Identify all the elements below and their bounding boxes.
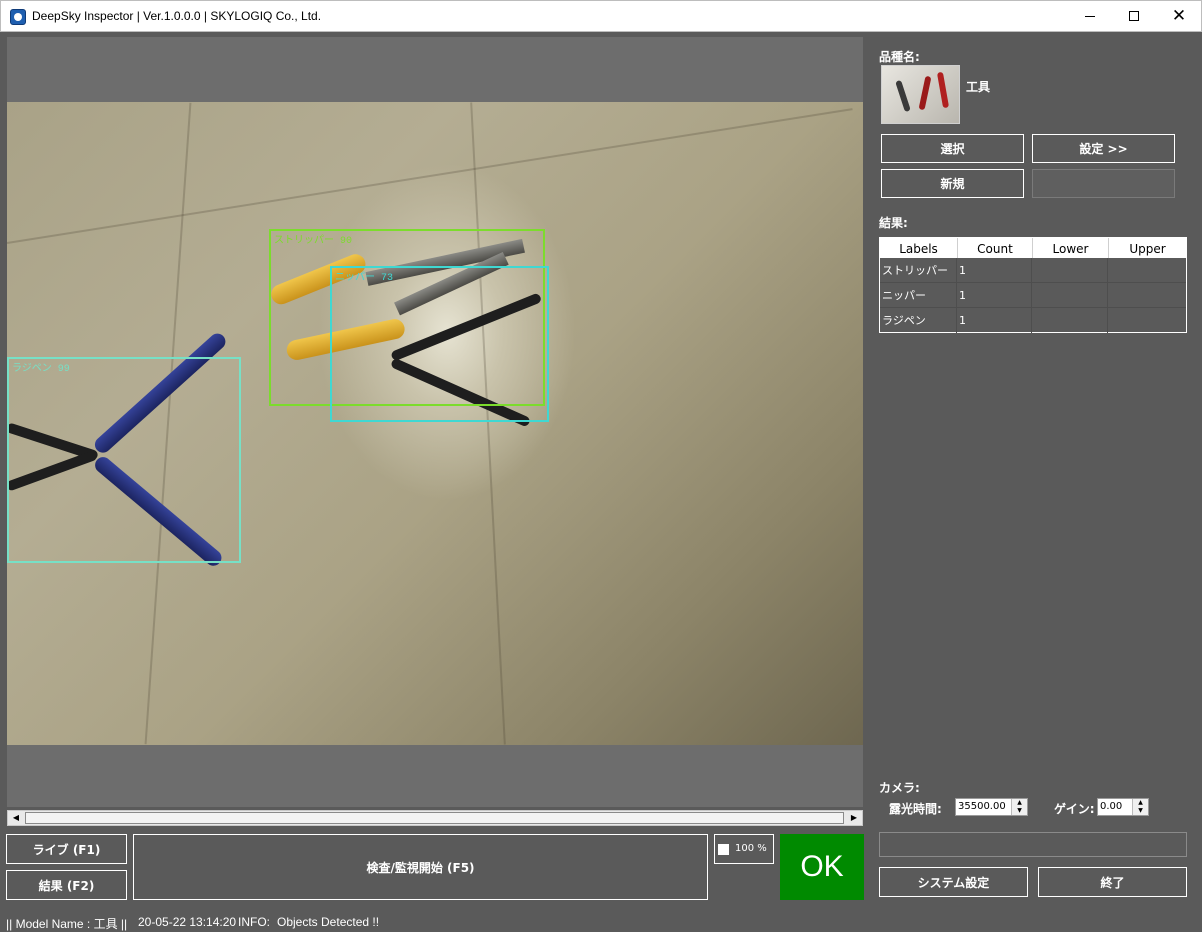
cell-label: ストリッパー <box>880 258 957 283</box>
column-header-count[interactable]: Count <box>957 238 1032 258</box>
model-section-label: 品種名: <box>879 50 920 64</box>
camera-section-label: カメラ: <box>879 781 920 795</box>
disabled-button <box>1032 169 1175 198</box>
gain-stepper[interactable]: ▲ ▼ <box>1132 799 1148 815</box>
floor-seam <box>470 102 506 745</box>
cell-label: ニッパー <box>880 283 957 308</box>
cell-count: 1 <box>957 308 1032 333</box>
detection-box-pliers: ラジペン 99 <box>7 357 241 563</box>
results-section-label: 結果: <box>879 216 908 230</box>
detection-label: ニッパー 73 <box>335 273 394 284</box>
table-row[interactable]: ストリッパー 1 <box>880 258 1186 283</box>
exit-button[interactable]: 終了 <box>1038 867 1187 897</box>
cell-lower[interactable] <box>1032 308 1108 333</box>
cell-count: 1 <box>957 283 1032 308</box>
exposure-stepper[interactable]: ▲ ▼ <box>1011 799 1027 815</box>
table-row[interactable]: ラジペン 1 <box>880 308 1186 333</box>
stepper-up-icon[interactable]: ▲ <box>1133 799 1148 807</box>
exposure-spinner[interactable]: 35500.00 ▲ ▼ <box>955 798 1028 816</box>
stepper-down-icon[interactable]: ▼ <box>1133 807 1148 815</box>
model-thumbnail <box>881 65 960 124</box>
cell-upper[interactable] <box>1108 283 1186 308</box>
zoom-level: 100 % <box>735 843 767 854</box>
results-table[interactable]: Labels Count Lower Upper ストリッパー 1 ニッパー 1… <box>879 237 1187 333</box>
stepper-down-icon[interactable]: ▼ <box>1012 807 1027 815</box>
exposure-value[interactable]: 35500.00 <box>958 801 1006 812</box>
gain-spinner[interactable]: 0.00 ▲ ▼ <box>1097 798 1149 816</box>
minimize-icon <box>1085 16 1095 17</box>
stepper-up-icon[interactable]: ▲ <box>1012 799 1027 807</box>
judgement-ok-indicator: OK <box>780 834 864 900</box>
new-model-button[interactable]: 新規 <box>881 169 1024 198</box>
scroll-left-icon[interactable]: ◀ <box>9 811 23 825</box>
floor-seam <box>7 108 853 244</box>
title-bar: DeepSky Inspector | Ver.1.0.0.0 | SKYLOG… <box>0 0 1202 32</box>
column-header-labels[interactable]: Labels <box>880 238 957 258</box>
table-row[interactable]: ニッパー 1 <box>880 283 1186 308</box>
inspect-start-button[interactable]: 検査/監視開始 (F5) <box>133 834 708 900</box>
thumbnail-tool <box>895 79 911 113</box>
zoom-control[interactable]: 100 % <box>714 834 774 864</box>
camera-image: ストリッパー 90 ニッパー 73 ラジペン 99 <box>7 102 863 745</box>
close-button[interactable]: ✕ <box>1156 1 1202 32</box>
exposure-label: 露光時間: <box>889 802 942 816</box>
status-info-message: Objects Detected !! <box>277 915 380 929</box>
info-field <box>879 832 1187 857</box>
detection-label: ストリッパー 90 <box>274 236 353 247</box>
column-header-upper[interactable]: Upper <box>1108 238 1186 258</box>
status-timestamp: 20-05-22 13:14:20 <box>138 915 237 929</box>
app-logo-icon <box>10 9 26 25</box>
model-name: 工具 <box>966 80 991 94</box>
cell-label: ラジペン <box>880 308 957 333</box>
live-button[interactable]: ライブ (F1) <box>6 834 127 864</box>
cell-upper[interactable] <box>1108 308 1186 333</box>
cell-lower[interactable] <box>1032 283 1108 308</box>
cell-lower[interactable] <box>1032 258 1108 283</box>
status-info-label: INFO: <box>238 915 270 929</box>
model-settings-button[interactable]: 設定 >> <box>1032 134 1175 163</box>
result-button[interactable]: 結果 (F2) <box>6 870 127 900</box>
horizontal-scrollbar[interactable]: ◀ ▶ <box>7 810 863 826</box>
thumbnail-tool <box>936 71 950 109</box>
close-icon: ✕ <box>1171 6 1187 26</box>
results-table-header: Labels Count Lower Upper <box>880 238 1186 258</box>
system-settings-button[interactable]: システム設定 <box>879 867 1028 897</box>
cell-upper[interactable] <box>1108 258 1186 283</box>
maximize-icon <box>1129 11 1139 21</box>
window-title: DeepSky Inspector | Ver.1.0.0.0 | SKYLOG… <box>32 9 322 23</box>
image-viewer[interactable]: ストリッパー 90 ニッパー 73 ラジペン 99 <box>7 37 863 807</box>
cell-count: 1 <box>957 258 1032 283</box>
select-model-button[interactable]: 選択 <box>881 134 1024 163</box>
maximize-button[interactable] <box>1111 1 1157 32</box>
detection-box-nippers: ニッパー 73 <box>330 266 549 422</box>
gain-label: ゲイン: <box>1054 802 1095 816</box>
scroll-right-icon[interactable]: ▶ <box>847 811 861 825</box>
minimize-button[interactable] <box>1067 1 1113 32</box>
scroll-thumb[interactable] <box>25 812 844 824</box>
detection-label: ラジペン 99 <box>12 364 70 375</box>
thumbnail-tool <box>918 75 932 111</box>
zoom-checkbox[interactable] <box>718 844 729 855</box>
status-model-name: || Model Name : 工具 || <box>6 917 128 931</box>
gain-value[interactable]: 0.00 <box>1100 801 1122 812</box>
status-bar: || Model Name : 工具 || 20-05-22 13:14:20 … <box>0 910 1202 932</box>
column-header-lower[interactable]: Lower <box>1032 238 1108 258</box>
